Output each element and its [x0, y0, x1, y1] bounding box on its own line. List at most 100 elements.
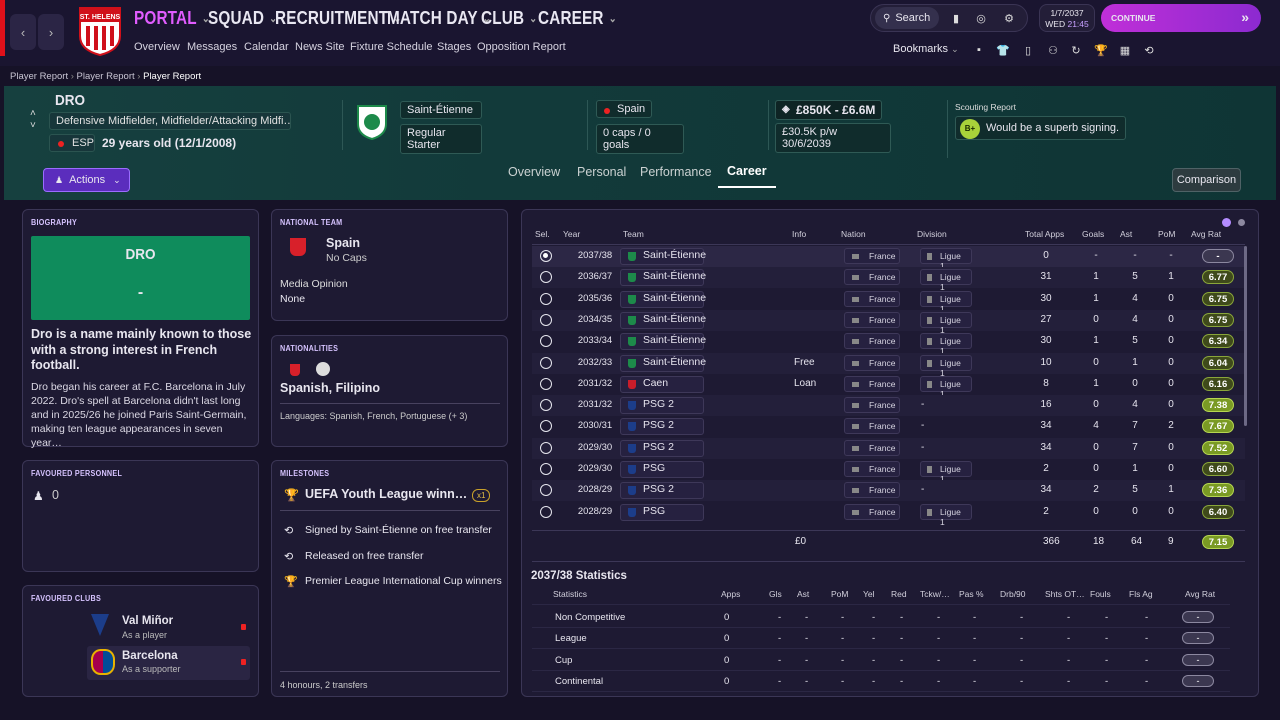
stats-column-header[interactable]: Pas %	[959, 589, 984, 599]
stats-row[interactable]: Continental 0 - - - - - - - - - - - -	[532, 671, 1230, 692]
menu-recruitment[interactable]: RECRUITMENT ⌄	[275, 8, 401, 29]
table-row[interactable]: 2036/37 Saint-Étienne France Ligue 1 31 1 5 1 6.…	[532, 267, 1245, 292]
shirt-icon[interactable]: 👕	[995, 42, 1011, 58]
game-date-panel[interactable]: 1/7/2037 WED 21:45	[1039, 4, 1095, 32]
actions-button[interactable]: ♟ Actions ⌄	[43, 168, 130, 192]
calendar-icon[interactable]: ▦	[1117, 42, 1133, 58]
stats-column-header[interactable]: Statistics	[553, 589, 587, 599]
row-select-radio[interactable]	[540, 292, 552, 305]
menu-club[interactable]: CLUB ⌄	[481, 8, 537, 29]
row-select-radio[interactable]	[540, 271, 552, 284]
stats-row[interactable]: Cup 0 - - - - - - - - - - - -	[532, 650, 1230, 671]
stats-row[interactable]: Non Competitive 0 - - - - - - - - - - - -	[532, 607, 1230, 628]
back-button[interactable]: ‹	[10, 14, 36, 50]
stats-column-header[interactable]: Fls Ag	[1129, 589, 1153, 599]
table-row[interactable]: 2032/33 Saint-Étienne Free France Ligue 1 10 0…	[532, 352, 1245, 378]
row-select-radio[interactable]	[540, 484, 552, 497]
row-select-radio[interactable]	[540, 399, 552, 412]
menu-portal[interactable]: PORTAL ⌄	[134, 8, 210, 29]
row-select-radio[interactable]	[540, 420, 552, 433]
national-team-nation[interactable]: Spain	[326, 236, 360, 250]
stats-column-header[interactable]: Red	[891, 589, 907, 599]
stats-column-header[interactable]: Apps	[721, 589, 740, 599]
stats-column-header[interactable]: Avg Rat	[1185, 589, 1215, 599]
table-row[interactable]: 2035/36 Saint-Étienne France Ligue 1 30 1 4 0 6.…	[532, 289, 1245, 314]
table-row[interactable]: 2029/30 PSG 2 France - 34 0 7 0 7.52	[532, 437, 1245, 459]
stats-column-header[interactable]: Gls	[769, 589, 782, 599]
column-header-total-apps[interactable]: Total Apps	[1025, 229, 1064, 239]
menu-squad[interactable]: SQUAD ⌄	[208, 8, 277, 29]
clipboard-icon[interactable]: ▯	[1020, 42, 1036, 58]
row-select-radio[interactable]	[540, 250, 552, 262]
table-row[interactable]: 2030/31 PSG 2 France - 34 4 7 2 7.67	[532, 416, 1245, 437]
column-header-ast[interactable]: Ast	[1120, 229, 1132, 239]
player-switcher[interactable]: ˄ ˅	[30, 108, 36, 132]
table-scrollbar[interactable]	[1244, 246, 1247, 426]
submenu-calendar[interactable]: Calendar	[244, 41, 289, 53]
comparison-button[interactable]: Comparison	[1172, 168, 1241, 192]
stats-column-header[interactable]: PoM	[831, 589, 848, 599]
column-header-team[interactable]: Team	[623, 229, 644, 239]
breadcrumb-item[interactable]: Player Report	[77, 71, 135, 82]
column-header-year[interactable]: Year	[563, 229, 580, 239]
table-row[interactable]: 2031/32 Caen Loan France Ligue 1 8 1 0 0 6.16	[532, 374, 1245, 399]
scouting-report-chip[interactable]: B+ Would be a superb signing.	[955, 116, 1127, 140]
submenu-stages[interactable]: Stages	[437, 41, 471, 53]
transfer-icon[interactable]: ⟲	[1141, 42, 1157, 58]
row-select-radio[interactable]	[540, 356, 552, 369]
stats-column-header[interactable]: Yel	[863, 589, 875, 599]
submenu-opposition-report[interactable]: Opposition Report	[477, 41, 566, 53]
stats-column-header[interactable]: Drb/90	[1000, 589, 1026, 599]
stats-row[interactable]: League 0 - - - - - - - - - - - -	[532, 628, 1230, 650]
row-select-radio[interactable]	[540, 313, 552, 326]
trophy-icon[interactable]: 🏆	[1093, 42, 1109, 58]
column-header-avg-rat[interactable]: Avg Rat	[1191, 229, 1221, 239]
column-header-division[interactable]: Division	[917, 229, 947, 239]
row-select-radio[interactable]	[540, 463, 552, 475]
tab-overview[interactable]: Overview	[508, 165, 560, 179]
row-select-radio[interactable]	[540, 505, 552, 518]
column-header-goals[interactable]: Goals	[1082, 229, 1104, 239]
player-value-chip[interactable]: ◈ £850K - £6.6M	[775, 100, 883, 120]
breadcrumb-item[interactable]: Player Report	[10, 71, 68, 82]
globe-icon[interactable]: ◎	[973, 10, 989, 26]
menu-career[interactable]: CAREER ⌄	[538, 8, 617, 29]
club-crest-logo[interactable]: ST. HELENS	[78, 6, 122, 56]
favoured-club-name[interactable]: Barcelona	[122, 650, 178, 662]
bookmarks-dropdown[interactable]: Bookmarks ⌄	[893, 43, 959, 55]
row-select-radio[interactable]	[540, 377, 552, 390]
player-nation-chip[interactable]: Spain	[596, 100, 653, 118]
table-row[interactable]: 2031/32 PSG 2 France - 16 0 4 0 7.38	[532, 395, 1245, 417]
bookmark-icon[interactable]: ▮	[948, 10, 964, 26]
chat-icon[interactable]: ▪	[971, 42, 987, 58]
submenu-fixture-schedule[interactable]: Fixture Schedule	[350, 41, 433, 53]
people-icon[interactable]: ⚇	[1045, 42, 1061, 58]
column-header-nation[interactable]: Nation	[841, 229, 866, 239]
submenu-messages[interactable]: Messages	[187, 41, 237, 53]
tab-career[interactable]: Career	[727, 164, 767, 178]
tab-personal[interactable]: Personal	[577, 165, 626, 179]
column-header-pom[interactable]: PoM	[1158, 229, 1175, 239]
continue-button[interactable]: CONTINUE »	[1101, 4, 1261, 32]
favoured-club-name[interactable]: Val Miñor	[122, 615, 173, 627]
milestone-top[interactable]: UEFA Youth League winn…	[305, 487, 467, 501]
table-row[interactable]: 2028/29 PSG 2 France - 34 2 5 1 7.36	[532, 480, 1245, 502]
row-select-radio[interactable]	[540, 335, 552, 348]
table-row[interactable]: 2029/30 PSG France Ligue 1 2 0 1 0 6.60	[532, 459, 1245, 484]
submenu-overview[interactable]: Overview	[134, 41, 180, 53]
row-select-radio[interactable]	[540, 441, 552, 454]
tab-performance[interactable]: Performance	[640, 165, 712, 179]
search-button[interactable]: ⚲ Search	[875, 7, 939, 29]
forward-button[interactable]: ›	[38, 14, 64, 50]
submenu-news-site[interactable]: News Site	[295, 41, 345, 53]
table-row[interactable]: 2028/29 PSG France Ligue 1 2 0 0 0 6.40	[532, 502, 1245, 527]
column-header-sel[interactable]: Sel.	[535, 229, 550, 239]
saint-etienne-crest-icon[interactable]	[356, 104, 388, 140]
table-row[interactable]: 2034/35 Saint-Étienne France Ligue 1 27 0 4 0 6.…	[532, 309, 1245, 335]
refresh-icon[interactable]: ↻	[1068, 42, 1084, 58]
stats-column-header[interactable]: Tckw/…	[920, 589, 950, 599]
stats-column-header[interactable]: Fouls	[1090, 589, 1111, 599]
settings-gear-icon[interactable]: ⚙	[1001, 10, 1017, 26]
stats-column-header[interactable]: Shts OT…	[1045, 589, 1085, 599]
table-row[interactable]: 2037/38 Saint-Étienne France Ligue 10----	[532, 246, 1245, 271]
